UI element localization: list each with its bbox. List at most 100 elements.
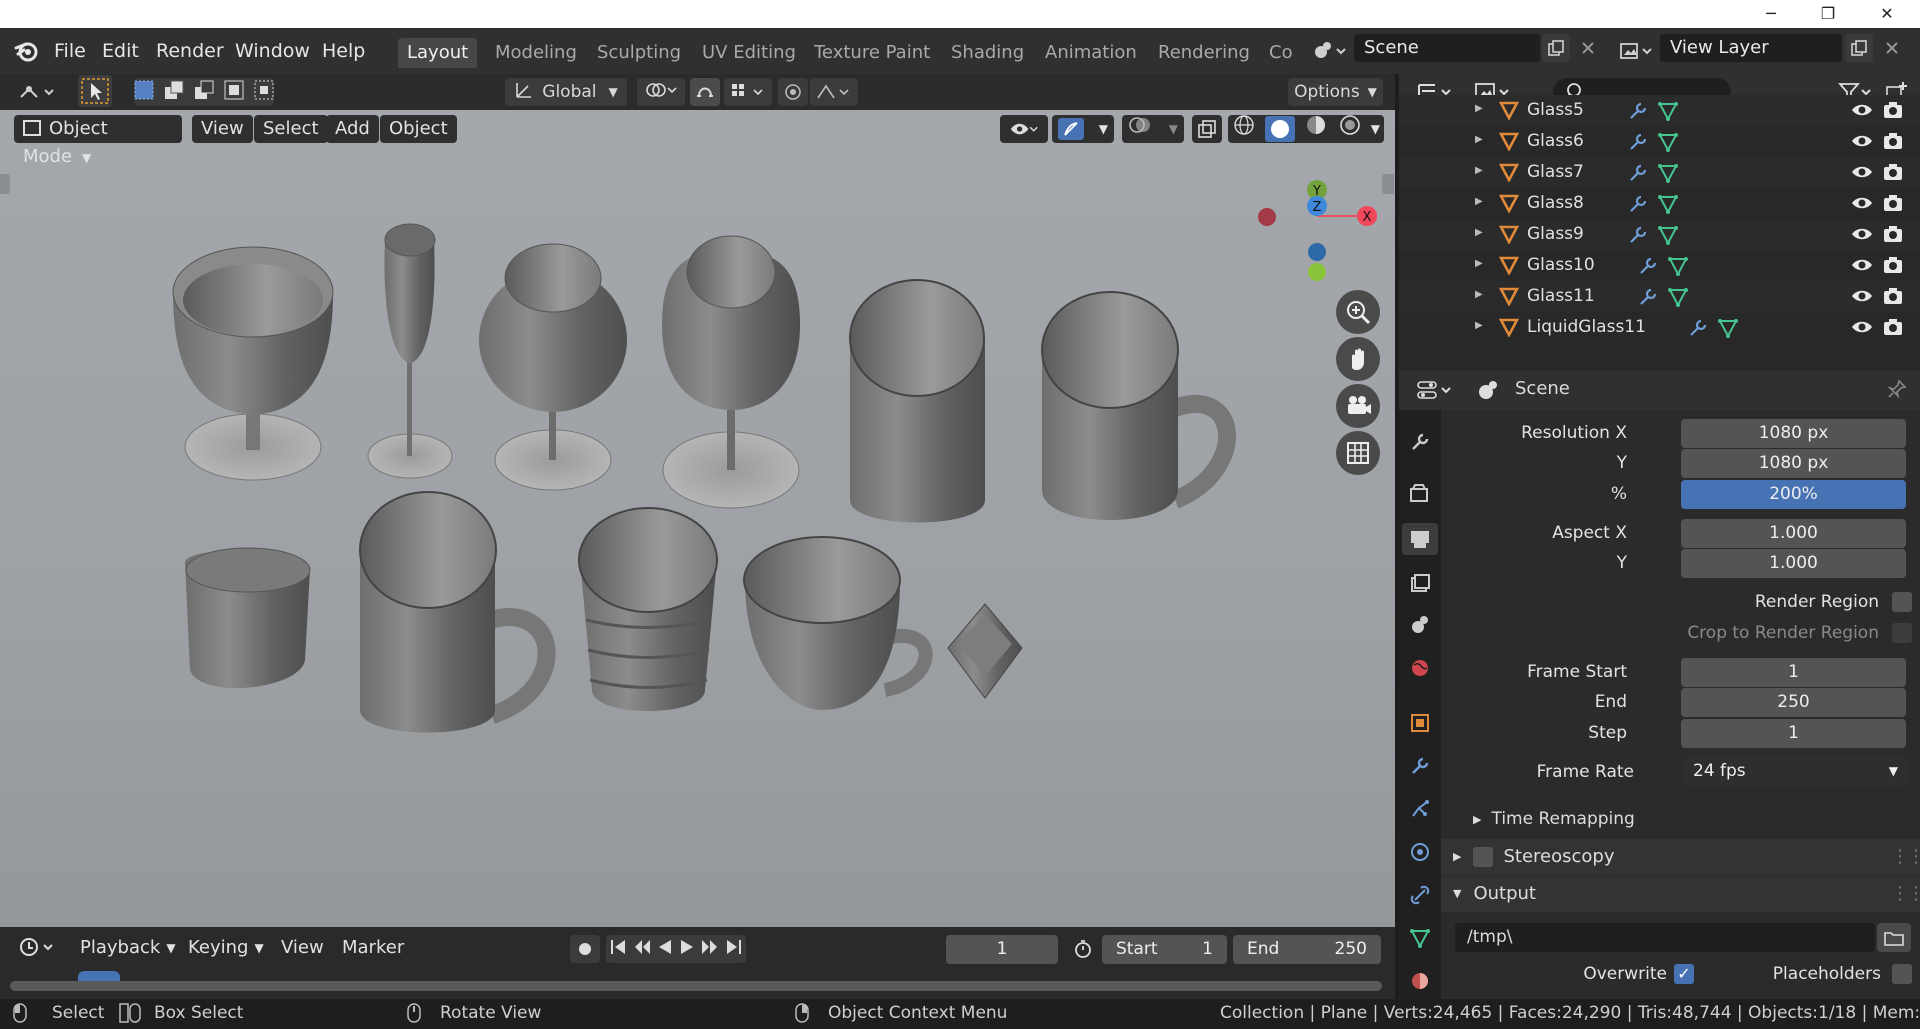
play-icon[interactable]: [679, 938, 695, 961]
view-layer-tab-icon[interactable]: [1404, 567, 1436, 599]
timeline-editor-type-icon[interactable]: [14, 933, 62, 961]
delete-scene-icon[interactable]: [1574, 34, 1602, 62]
placeholders-checkbox[interactable]: [1892, 964, 1912, 984]
object-tab-icon[interactable]: [1404, 707, 1436, 739]
select-subtract-icon[interactable]: [193, 79, 215, 106]
scene-objects-render[interactable]: [0, 110, 1395, 927]
select-new-icon[interactable]: [133, 79, 155, 106]
crop-region-checkbox[interactable]: [1892, 623, 1912, 643]
time-remapping-subpanel[interactable]: ▶ Time Remapping: [1473, 809, 1635, 829]
pin-icon[interactable]: [1887, 379, 1907, 404]
aspect-y-field[interactable]: 1.000: [1681, 549, 1906, 578]
render-region-checkbox[interactable]: [1892, 592, 1912, 612]
menu-file[interactable]: File: [54, 38, 86, 64]
world-tab-icon[interactable]: [1404, 652, 1436, 684]
camera-render-icon[interactable]: [1882, 100, 1904, 125]
expand-arrow-icon[interactable]: ▶: [1475, 196, 1483, 207]
eye-visibility-icon[interactable]: [1850, 132, 1874, 155]
flute-glass-model[interactable]: [367, 223, 453, 479]
start-frame-field[interactable]: Start 1: [1102, 935, 1227, 964]
menu-edit[interactable]: Edit: [102, 38, 139, 64]
end-frame-field[interactable]: End 250: [1233, 935, 1381, 964]
ribbed-tumbler-model[interactable]: [578, 507, 718, 711]
output-path-input[interactable]: /tmp\: [1455, 923, 1875, 952]
stereoscopy-panel-title[interactable]: ▶ Stereoscopy: [1453, 846, 1614, 867]
modifier-wrench-icon[interactable]: [1687, 317, 1709, 344]
jump-start-icon[interactable]: [609, 938, 627, 961]
square-cup-model[interactable]: [947, 603, 1023, 699]
timeline-scrollbar[interactable]: [10, 981, 1382, 991]
editor-type-icon[interactable]: [12, 78, 62, 106]
camera-render-icon[interactable]: [1882, 193, 1904, 218]
close-window-icon[interactable]: ✕: [1864, 0, 1910, 28]
wine-glass-model[interactable]: [479, 243, 627, 491]
outliner-item[interactable]: ▶ Glass5: [1399, 95, 1920, 126]
resolution-x-field[interactable]: 1080 px: [1681, 419, 1906, 448]
resolution-y-field[interactable]: 1080 px: [1681, 449, 1906, 478]
goblet-model[interactable]: [172, 246, 334, 481]
3d-viewport[interactable]: Object Mode ▼ View Select Add Object ▼ ▼ …: [0, 110, 1395, 927]
mug-model[interactable]: [1041, 291, 1236, 520]
camera-render-icon[interactable]: [1882, 255, 1904, 280]
snap-toggle-icon[interactable]: [690, 78, 720, 106]
next-keyframe-icon[interactable]: [701, 938, 719, 961]
outliner-item[interactable]: ▶ Glass6: [1399, 126, 1920, 157]
view-layer-name-field[interactable]: View Layer: [1660, 34, 1842, 62]
playhead-marker[interactable]: [78, 971, 120, 981]
timeline-keying-menu[interactable]: Keying ▼: [188, 937, 264, 958]
scene-selector-icon[interactable]: [1308, 36, 1352, 66]
expand-arrow-icon[interactable]: ▶: [1475, 320, 1483, 331]
tab-animation[interactable]: Animation: [1036, 38, 1146, 68]
output-panel-title[interactable]: ▼ Output: [1453, 883, 1536, 904]
timeline-playback-menu[interactable]: Playback ▼: [80, 937, 176, 958]
mesh-data-icon[interactable]: [1657, 224, 1679, 251]
overwrite-checkbox[interactable]: ✓: [1674, 964, 1694, 984]
menu-window[interactable]: Window: [235, 38, 310, 64]
snap-target-dropdown[interactable]: [724, 78, 772, 106]
frame-start-field[interactable]: 1: [1681, 658, 1906, 687]
mesh-data-icon[interactable]: [1657, 131, 1679, 158]
frame-end-field[interactable]: 250: [1681, 688, 1906, 717]
drag-handle-icon[interactable]: ⋮⋮: [1891, 846, 1920, 867]
material-tab-icon[interactable]: [1404, 965, 1436, 997]
tab-modeling[interactable]: Modeling: [486, 38, 586, 68]
timeline-view-menu[interactable]: View: [281, 937, 324, 958]
modifier-wrench-icon[interactable]: [1637, 255, 1659, 282]
proportional-edit-icon[interactable]: [778, 78, 808, 106]
mesh-data-icon[interactable]: [1667, 286, 1689, 313]
timeline-marker-menu[interactable]: Marker: [342, 937, 404, 958]
modifier-wrench-icon[interactable]: [1637, 286, 1659, 313]
new-view-layer-icon[interactable]: [1845, 34, 1873, 62]
tab-compositing[interactable]: Co: [1260, 38, 1296, 68]
tab-shading[interactable]: Shading: [942, 38, 1033, 68]
eye-visibility-icon[interactable]: [1850, 318, 1874, 341]
modifier-wrench-icon[interactable]: [1627, 131, 1649, 158]
options-dropdown[interactable]: Options ▼: [1288, 78, 1383, 106]
current-frame-field[interactable]: 1: [946, 935, 1058, 964]
frame-step-field[interactable]: 1: [1681, 719, 1906, 748]
expand-arrow-icon[interactable]: ▶: [1475, 103, 1483, 114]
select-intersect-icon[interactable]: [253, 79, 275, 106]
tool-tab-icon[interactable]: [1404, 426, 1436, 458]
select-invert-icon[interactable]: [223, 79, 245, 106]
tab-uv-editing[interactable]: UV Editing: [693, 38, 805, 68]
output-tab-icon[interactable]: [1402, 523, 1438, 555]
mesh-data-icon[interactable]: [1657, 193, 1679, 220]
stereoscopy-checkbox[interactable]: [1473, 846, 1494, 867]
tab-rendering[interactable]: Rendering: [1149, 38, 1259, 68]
scene-tab-icon[interactable]: [1404, 609, 1436, 641]
mesh-data-icon[interactable]: [1657, 100, 1679, 127]
camera-render-icon[interactable]: [1882, 224, 1904, 249]
blender-logo-icon[interactable]: [12, 36, 42, 66]
eye-visibility-icon[interactable]: [1850, 225, 1874, 248]
outliner-item[interactable]: ▶ LiquidGlass11: [1399, 312, 1920, 343]
outliner-item[interactable]: ▶ Glass9: [1399, 219, 1920, 250]
balloon-glass-model[interactable]: [662, 235, 800, 509]
render-tab-icon[interactable]: [1404, 478, 1436, 510]
select-tool-icon[interactable]: [78, 75, 112, 107]
transform-orientation-dropdown[interactable]: Global ▼: [505, 78, 627, 106]
prev-keyframe-icon[interactable]: [633, 938, 651, 961]
menu-help[interactable]: Help: [322, 38, 365, 64]
resolution-percent-slider[interactable]: 200%: [1681, 480, 1906, 509]
eye-visibility-icon[interactable]: [1850, 194, 1874, 217]
